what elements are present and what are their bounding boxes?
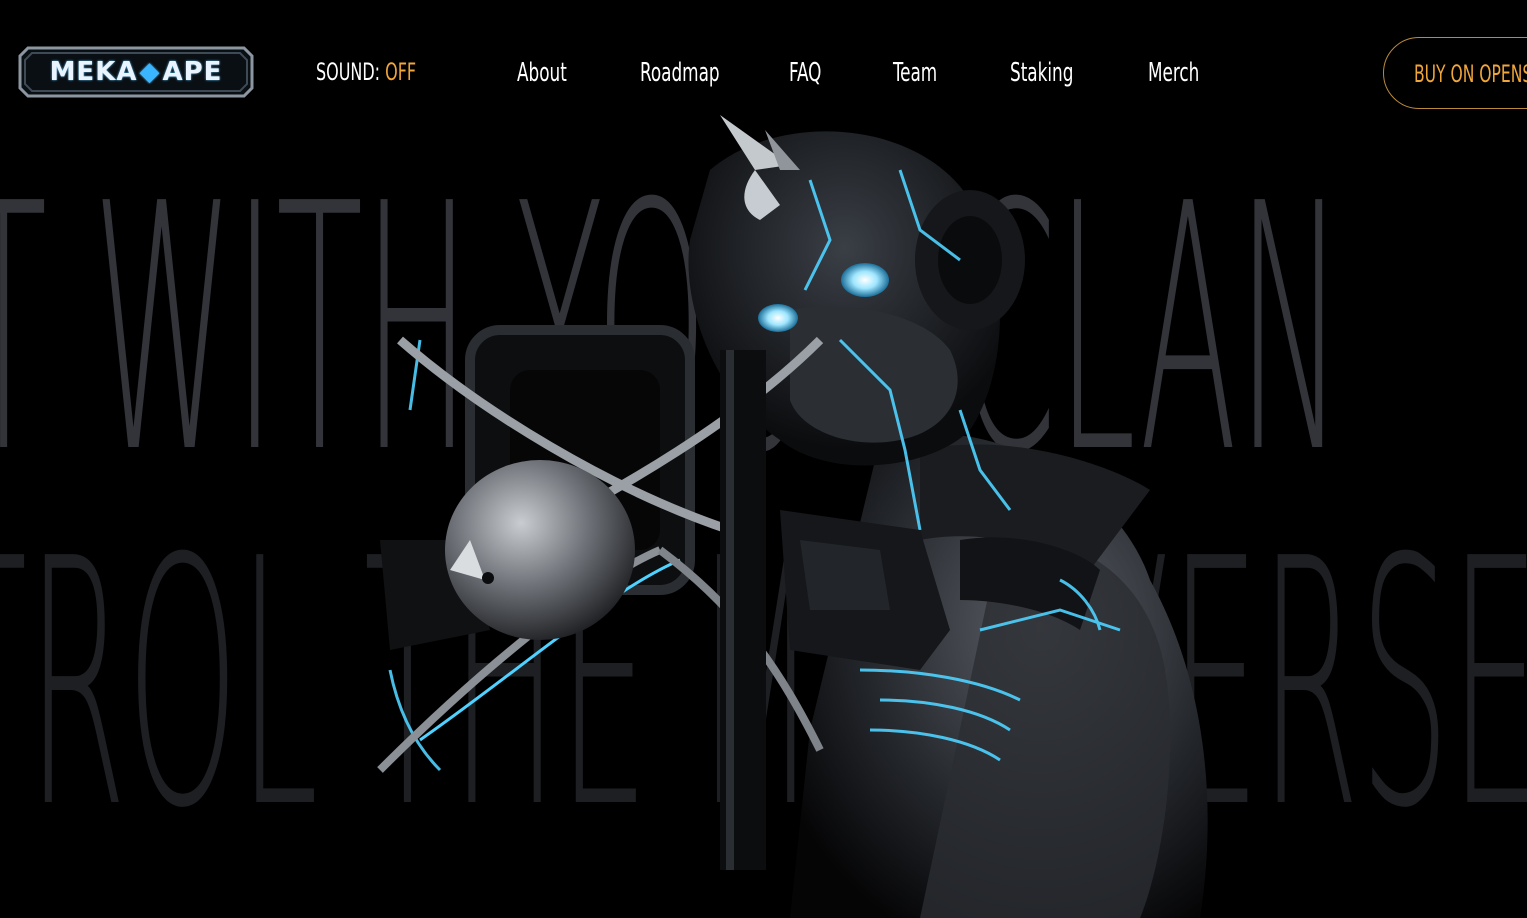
sound-toggle[interactable]: SOUND: OFF — [316, 58, 416, 86]
hero-ape-image — [360, 110, 1260, 918]
nav-item-staking[interactable]: Staking — [1010, 58, 1073, 88]
nav-item-merch[interactable]: Merch — [1148, 58, 1199, 88]
buy-button-label: BUY ON OPENSEA — [1414, 60, 1527, 88]
sound-label: SOUND: — [316, 58, 381, 86]
sound-value: OFF — [385, 58, 417, 86]
meka-ape-illustration — [377, 115, 1208, 918]
logo-text-right: APE — [162, 57, 223, 87]
buy-on-opensea-button[interactable]: BUY ON OPENSEA — [1383, 37, 1527, 109]
nav-item-faq[interactable]: FAQ — [789, 58, 821, 88]
logo-wordmark: MEKA ◆ APE — [18, 46, 254, 98]
nav-item-team[interactable]: Team — [893, 58, 937, 88]
site-header: MEKA ◆ APE SOUND: OFF About Roadmap FAQ … — [0, 0, 1527, 150]
nav-item-roadmap[interactable]: Roadmap — [640, 58, 720, 88]
diamond-gem-icon: ◆ — [139, 57, 161, 87]
page: T WITH YOUR CLAN TROL THE METAVERSE — [0, 0, 1527, 918]
nav-item-about[interactable]: About — [517, 58, 567, 88]
meka-ape-logo[interactable]: MEKA ◆ APE — [18, 46, 254, 98]
logo-text-left: MEKA — [49, 57, 138, 87]
